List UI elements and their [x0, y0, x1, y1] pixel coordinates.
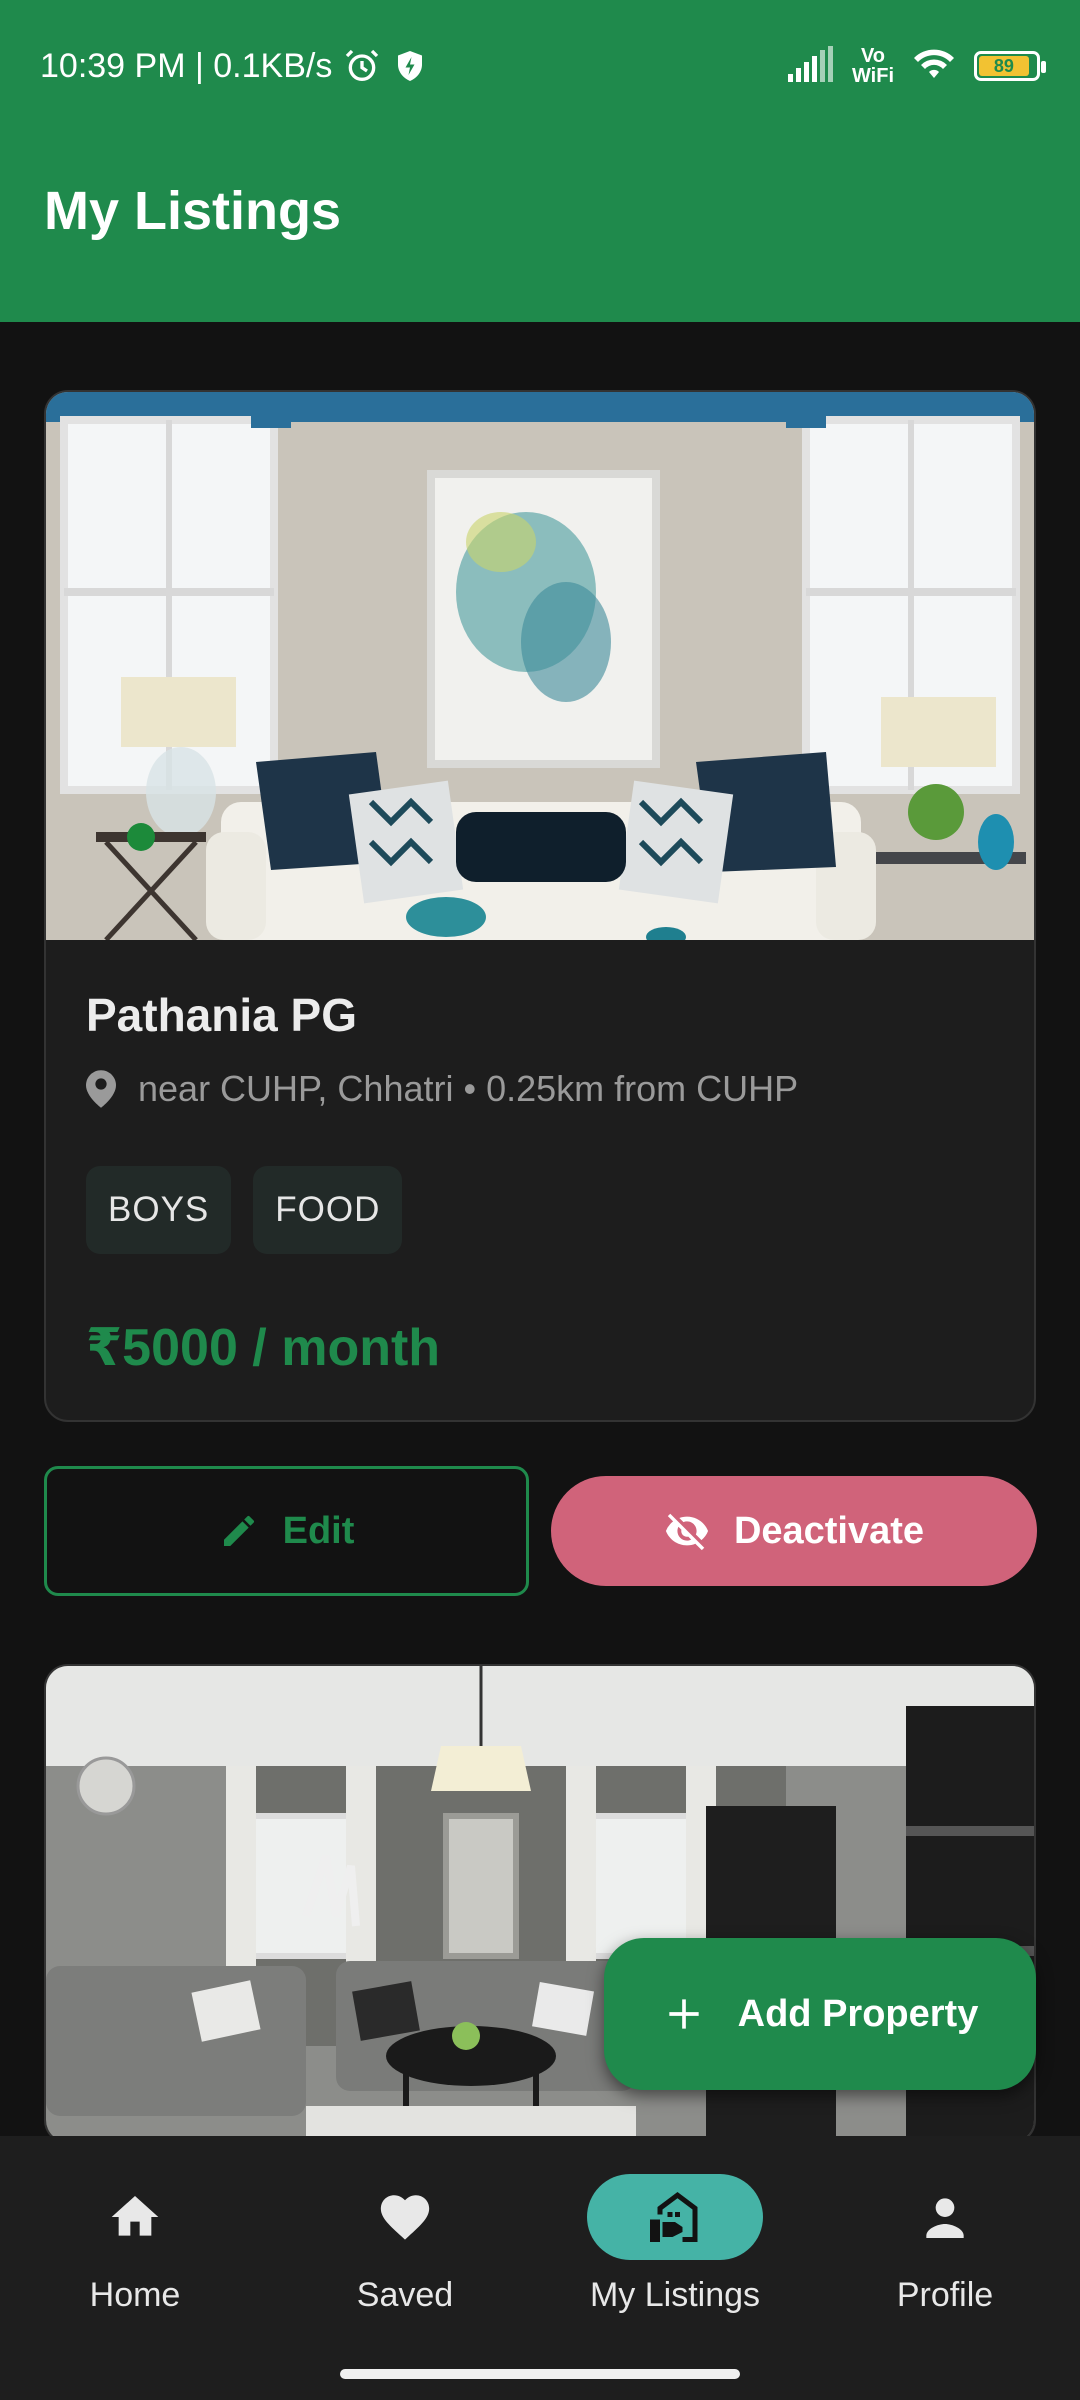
shield-bolt-icon [392, 46, 428, 86]
nav-item-saved[interactable]: Saved [270, 2174, 540, 2315]
wifi-icon [910, 46, 958, 87]
nav-item-my-listings[interactable]: My Listings [540, 2174, 810, 2315]
status-bar-right: Vo WiFi 89 [786, 38, 1046, 94]
listing-card[interactable]: Pathania PG near CUHP, Chhatri • 0.25km … [44, 390, 1036, 1422]
pencil-icon [223, 1515, 254, 1546]
tag-boys: BOYS [86, 1166, 232, 1254]
deactivate-label: Deactivate [733, 1509, 925, 1552]
signal-icon [786, 45, 836, 87]
nav-item-profile[interactable]: Profile [810, 2174, 1080, 2315]
page-title: My Listings [44, 181, 342, 241]
nav-label-profile: Profile [896, 2276, 994, 2314]
person-icon [857, 2174, 1033, 2260]
nav-label-saved: Saved [356, 2276, 454, 2314]
edit-button[interactable]: Edit [44, 1466, 529, 1596]
edit-label: Edit [282, 1509, 355, 1552]
tag-food: FOOD [253, 1166, 403, 1254]
plus-icon [668, 1999, 699, 2029]
listings-icon [587, 2174, 763, 2260]
vowifi-top: Vo [860, 45, 886, 67]
heart-icon [317, 2174, 493, 2260]
add-property-label: Add Property [737, 1992, 979, 2035]
nav-item-home[interactable]: Home [0, 2174, 270, 2315]
home-icon [47, 2174, 223, 2260]
status-bar-left: 10:39 PM | 0.1KB/s [40, 42, 428, 90]
app-bar: 10:39 PM | 0.1KB/s Vo WiFi 89 My Listing… [0, 0, 1080, 322]
listing-title: Pathania PG [86, 989, 357, 1041]
battery-level: 89 [979, 56, 1029, 76]
listing-photo [46, 392, 1034, 940]
home-indicator[interactable] [340, 2369, 740, 2379]
listing-tags: BOYS FOOD [86, 1166, 994, 1254]
location-pin-icon [86, 1070, 116, 1108]
deactivate-button[interactable]: Deactivate [551, 1476, 1037, 1586]
battery-icon: 89 [974, 51, 1046, 81]
eye-off-icon [665, 1513, 709, 1551]
listing-price: ₹5000 / month [86, 1319, 441, 1377]
nav-label-home: Home [89, 2276, 181, 2314]
nav-label-my-listings: My Listings [589, 2276, 761, 2314]
alarm-icon [342, 46, 382, 86]
listing-location: near CUHP, Chhatri • 0.25km from CUHP [86, 1068, 994, 1110]
listing-details: Pathania PG near CUHP, Chhatri • 0.25km … [46, 940, 1034, 1378]
vowifi-indicator: Vo WiFi [852, 46, 894, 86]
bottom-navigation: Home Saved My Listings Profile [0, 2136, 1080, 2400]
status-time: 10:39 PM | 0.1KB/s [40, 46, 333, 85]
vowifi-bottom: WiFi [851, 65, 894, 87]
location-text: near CUHP, Chhatri • 0.25km from CUHP [138, 1068, 799, 1109]
add-property-button[interactable]: Add Property [604, 1938, 1036, 2090]
